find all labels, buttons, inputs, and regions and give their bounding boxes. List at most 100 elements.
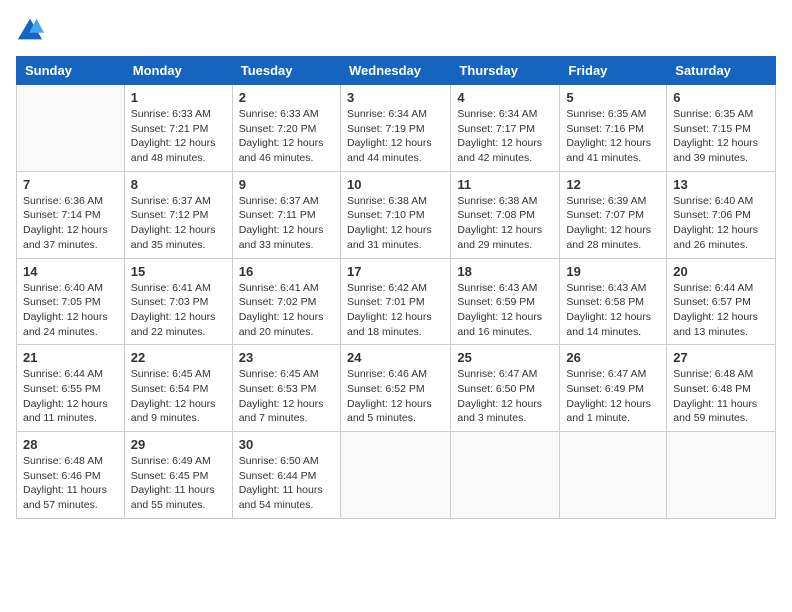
calendar-cell: 5 Sunrise: 6:35 AM Sunset: 7:16 PM Dayli… <box>560 85 667 172</box>
sunrise-label: Sunrise: 6:34 AM <box>347 108 427 120</box>
day-header-thursday: Thursday <box>451 57 560 85</box>
cell-content: Sunrise: 6:34 AM Sunset: 7:17 PM Dayligh… <box>457 107 553 166</box>
sunset-label: Sunset: 6:49 PM <box>566 383 644 395</box>
calendar-cell: 8 Sunrise: 6:37 AM Sunset: 7:12 PM Dayli… <box>124 171 232 258</box>
daylight-label: Daylight: 12 hours and 29 minutes. <box>457 224 542 251</box>
calendar-header-row: SundayMondayTuesdayWednesdayThursdayFrid… <box>17 57 776 85</box>
calendar-cell: 27 Sunrise: 6:48 AM Sunset: 6:48 PM Dayl… <box>667 345 776 432</box>
day-number: 10 <box>347 177 444 192</box>
day-number: 25 <box>457 350 553 365</box>
day-number: 30 <box>239 437 334 452</box>
daylight-label: Daylight: 12 hours and 14 minutes. <box>566 311 651 338</box>
cell-content: Sunrise: 6:44 AM Sunset: 6:57 PM Dayligh… <box>673 281 769 340</box>
cell-content: Sunrise: 6:38 AM Sunset: 7:10 PM Dayligh… <box>347 194 444 253</box>
calendar-cell: 13 Sunrise: 6:40 AM Sunset: 7:06 PM Dayl… <box>667 171 776 258</box>
cell-content: Sunrise: 6:43 AM Sunset: 6:58 PM Dayligh… <box>566 281 660 340</box>
daylight-label: Daylight: 12 hours and 11 minutes. <box>23 398 108 425</box>
sunrise-label: Sunrise: 6:40 AM <box>23 282 103 294</box>
logo <box>16 16 48 44</box>
sunrise-label: Sunrise: 6:38 AM <box>457 195 537 207</box>
sunset-label: Sunset: 6:45 PM <box>131 470 209 482</box>
sunrise-label: Sunrise: 6:44 AM <box>673 282 753 294</box>
day-number: 1 <box>131 90 226 105</box>
cell-content: Sunrise: 6:33 AM Sunset: 7:20 PM Dayligh… <box>239 107 334 166</box>
calendar-cell: 7 Sunrise: 6:36 AM Sunset: 7:14 PM Dayli… <box>17 171 125 258</box>
sunrise-label: Sunrise: 6:43 AM <box>566 282 646 294</box>
calendar-cell: 15 Sunrise: 6:41 AM Sunset: 7:03 PM Dayl… <box>124 258 232 345</box>
sunset-label: Sunset: 7:20 PM <box>239 123 317 135</box>
daylight-label: Daylight: 12 hours and 22 minutes. <box>131 311 216 338</box>
daylight-label: Daylight: 12 hours and 46 minutes. <box>239 137 324 164</box>
cell-content: Sunrise: 6:47 AM Sunset: 6:50 PM Dayligh… <box>457 367 553 426</box>
day-header-wednesday: Wednesday <box>340 57 450 85</box>
calendar-cell: 17 Sunrise: 6:42 AM Sunset: 7:01 PM Dayl… <box>340 258 450 345</box>
day-number: 6 <box>673 90 769 105</box>
daylight-label: Daylight: 11 hours and 59 minutes. <box>673 398 757 425</box>
calendar-cell: 4 Sunrise: 6:34 AM Sunset: 7:17 PM Dayli… <box>451 85 560 172</box>
calendar-cell: 28 Sunrise: 6:48 AM Sunset: 6:46 PM Dayl… <box>17 432 125 519</box>
sunset-label: Sunset: 7:10 PM <box>347 209 425 221</box>
cell-content: Sunrise: 6:49 AM Sunset: 6:45 PM Dayligh… <box>131 454 226 513</box>
sunrise-label: Sunrise: 6:49 AM <box>131 455 211 467</box>
daylight-label: Daylight: 12 hours and 20 minutes. <box>239 311 324 338</box>
day-number: 9 <box>239 177 334 192</box>
sunrise-label: Sunrise: 6:47 AM <box>457 368 537 380</box>
sunrise-label: Sunrise: 6:33 AM <box>239 108 319 120</box>
sunrise-label: Sunrise: 6:48 AM <box>23 455 103 467</box>
sunset-label: Sunset: 7:17 PM <box>457 123 535 135</box>
day-header-tuesday: Tuesday <box>232 57 340 85</box>
cell-content: Sunrise: 6:45 AM Sunset: 6:54 PM Dayligh… <box>131 367 226 426</box>
day-number: 13 <box>673 177 769 192</box>
cell-content: Sunrise: 6:35 AM Sunset: 7:15 PM Dayligh… <box>673 107 769 166</box>
calendar-cell: 25 Sunrise: 6:47 AM Sunset: 6:50 PM Dayl… <box>451 345 560 432</box>
cell-content: Sunrise: 6:46 AM Sunset: 6:52 PM Dayligh… <box>347 367 444 426</box>
calendar-cell: 12 Sunrise: 6:39 AM Sunset: 7:07 PM Dayl… <box>560 171 667 258</box>
day-number: 23 <box>239 350 334 365</box>
daylight-label: Daylight: 12 hours and 37 minutes. <box>23 224 108 251</box>
sunset-label: Sunset: 6:58 PM <box>566 296 644 308</box>
sunrise-label: Sunrise: 6:35 AM <box>566 108 646 120</box>
sunrise-label: Sunrise: 6:37 AM <box>131 195 211 207</box>
sunset-label: Sunset: 7:21 PM <box>131 123 209 135</box>
cell-content: Sunrise: 6:44 AM Sunset: 6:55 PM Dayligh… <box>23 367 118 426</box>
day-number: 17 <box>347 264 444 279</box>
daylight-label: Daylight: 12 hours and 13 minutes. <box>673 311 758 338</box>
sunset-label: Sunset: 7:08 PM <box>457 209 535 221</box>
cell-content: Sunrise: 6:50 AM Sunset: 6:44 PM Dayligh… <box>239 454 334 513</box>
cell-content: Sunrise: 6:40 AM Sunset: 7:06 PM Dayligh… <box>673 194 769 253</box>
calendar-cell: 10 Sunrise: 6:38 AM Sunset: 7:10 PM Dayl… <box>340 171 450 258</box>
daylight-label: Daylight: 11 hours and 54 minutes. <box>239 484 323 511</box>
day-number: 5 <box>566 90 660 105</box>
calendar-cell: 9 Sunrise: 6:37 AM Sunset: 7:11 PM Dayli… <box>232 171 340 258</box>
cell-content: Sunrise: 6:48 AM Sunset: 6:46 PM Dayligh… <box>23 454 118 513</box>
sunrise-label: Sunrise: 6:40 AM <box>673 195 753 207</box>
calendar-cell <box>17 85 125 172</box>
daylight-label: Daylight: 12 hours and 41 minutes. <box>566 137 651 164</box>
daylight-label: Daylight: 12 hours and 39 minutes. <box>673 137 758 164</box>
calendar-cell: 2 Sunrise: 6:33 AM Sunset: 7:20 PM Dayli… <box>232 85 340 172</box>
daylight-label: Daylight: 12 hours and 3 minutes. <box>457 398 542 425</box>
sunset-label: Sunset: 6:50 PM <box>457 383 535 395</box>
sunrise-label: Sunrise: 6:42 AM <box>347 282 427 294</box>
daylight-label: Daylight: 11 hours and 57 minutes. <box>23 484 107 511</box>
calendar-cell: 20 Sunrise: 6:44 AM Sunset: 6:57 PM Dayl… <box>667 258 776 345</box>
day-number: 3 <box>347 90 444 105</box>
daylight-label: Daylight: 12 hours and 28 minutes. <box>566 224 651 251</box>
sunset-label: Sunset: 6:57 PM <box>673 296 751 308</box>
cell-content: Sunrise: 6:45 AM Sunset: 6:53 PM Dayligh… <box>239 367 334 426</box>
day-number: 8 <box>131 177 226 192</box>
sunrise-label: Sunrise: 6:33 AM <box>131 108 211 120</box>
calendar-cell <box>560 432 667 519</box>
sunset-label: Sunset: 7:19 PM <box>347 123 425 135</box>
cell-content: Sunrise: 6:37 AM Sunset: 7:11 PM Dayligh… <box>239 194 334 253</box>
day-number: 15 <box>131 264 226 279</box>
sunset-label: Sunset: 6:54 PM <box>131 383 209 395</box>
sunset-label: Sunset: 6:52 PM <box>347 383 425 395</box>
day-number: 14 <box>23 264 118 279</box>
day-number: 20 <box>673 264 769 279</box>
sunrise-label: Sunrise: 6:45 AM <box>131 368 211 380</box>
cell-content: Sunrise: 6:36 AM Sunset: 7:14 PM Dayligh… <box>23 194 118 253</box>
sunrise-label: Sunrise: 6:37 AM <box>239 195 319 207</box>
sunset-label: Sunset: 6:44 PM <box>239 470 317 482</box>
sunset-label: Sunset: 6:53 PM <box>239 383 317 395</box>
